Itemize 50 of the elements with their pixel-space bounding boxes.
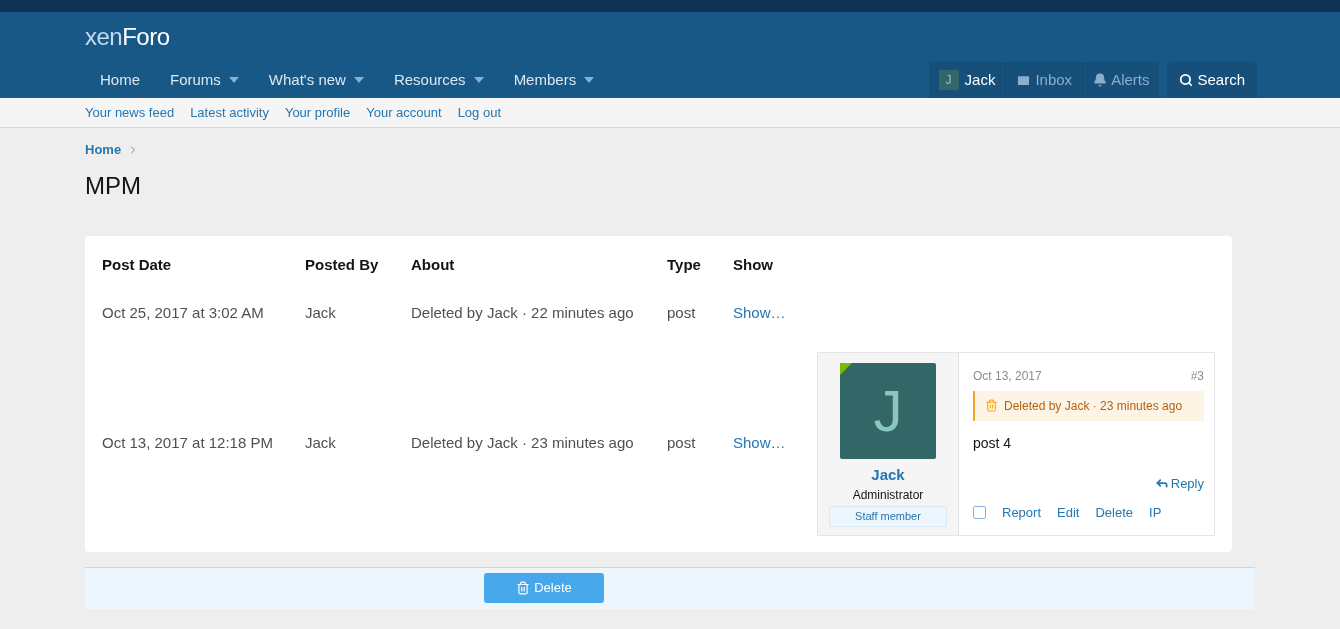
nav-tab[interactable]: Members: [498, 68, 610, 92]
sub-nav-link[interactable]: Your profile: [284, 102, 351, 123]
table-cell-text: Jack: [305, 433, 337, 454]
show-link[interactable]: Show…: [733, 302, 817, 325]
nav-tab[interactable]: What's new: [253, 68, 379, 92]
post-action-link[interactable]: Edit: [1057, 503, 1080, 523]
account-link[interactable]: J Jack: [928, 62, 1006, 98]
sub-nav-link[interactable]: Your news feed: [85, 102, 175, 123]
sub-nav-link[interactable]: Your account: [366, 102, 442, 123]
column-header: About: [411, 254, 456, 274]
nav-tab[interactable]: Forums: [155, 68, 254, 92]
post-date[interactable]: Oct 13, 2017: [973, 366, 1042, 385]
user-title: Administrator: [852, 487, 924, 504]
select-checkbox[interactable]: [973, 506, 986, 520]
post-body: post 4: [973, 433, 1013, 453]
sub-nav-link[interactable]: Latest activity: [190, 102, 269, 123]
sub-nav-link[interactable]: Log out: [457, 102, 501, 123]
post-action-link[interactable]: Report: [1002, 503, 1042, 523]
nav-tab[interactable]: Home: [85, 68, 155, 92]
reply-link[interactable]: Reply: [1154, 473, 1204, 493]
column-header: Post Date: [102, 254, 173, 274]
search-button[interactable]: Search: [1167, 62, 1257, 98]
table-cell-text: post: [667, 303, 697, 324]
user-avatar: J: [938, 70, 959, 90]
page-title: MPM: [85, 170, 142, 201]
nav-tab[interactable]: Resources: [378, 68, 499, 92]
post-action-link[interactable]: Delete: [1095, 503, 1133, 523]
column-header: Type: [667, 254, 702, 274]
trash-icon: [985, 399, 998, 412]
trash-icon: [516, 581, 531, 595]
table-cell-text: Deleted by Jack · 23 minutes ago: [411, 433, 635, 454]
staff-badge: Staff member: [829, 506, 947, 527]
avatar: J: [840, 362, 936, 459]
bell-icon: [1093, 73, 1108, 87]
table-cell-text: Oct 25, 2017 at 3:02 AM: [102, 303, 265, 324]
column-header: Posted By: [305, 254, 380, 274]
breadcrumb-link[interactable]: Home: [85, 140, 122, 160]
column-header: Show: [733, 254, 774, 274]
username-link[interactable]: Jack: [871, 463, 905, 486]
search-icon: [1179, 73, 1194, 87]
deleted-notice-text: Deleted by Jack · 23 minutes ago: [1004, 397, 1183, 415]
delete-button[interactable]: Delete: [484, 573, 604, 603]
table-cell-text: post: [667, 433, 697, 454]
post-number[interactable]: #3: [1190, 366, 1204, 385]
table-cell-text: Jack: [305, 303, 337, 324]
show-link[interactable]: Show…: [733, 432, 817, 455]
post-action-link[interactable]: IP: [1149, 503, 1162, 523]
site-logo[interactable]: xenForo: [85, 19, 170, 55]
table-cell-text: Oct 13, 2017 at 12:18 PM: [102, 433, 274, 454]
table-cell-text: Deleted by Jack · 22 minutes ago: [411, 303, 635, 324]
